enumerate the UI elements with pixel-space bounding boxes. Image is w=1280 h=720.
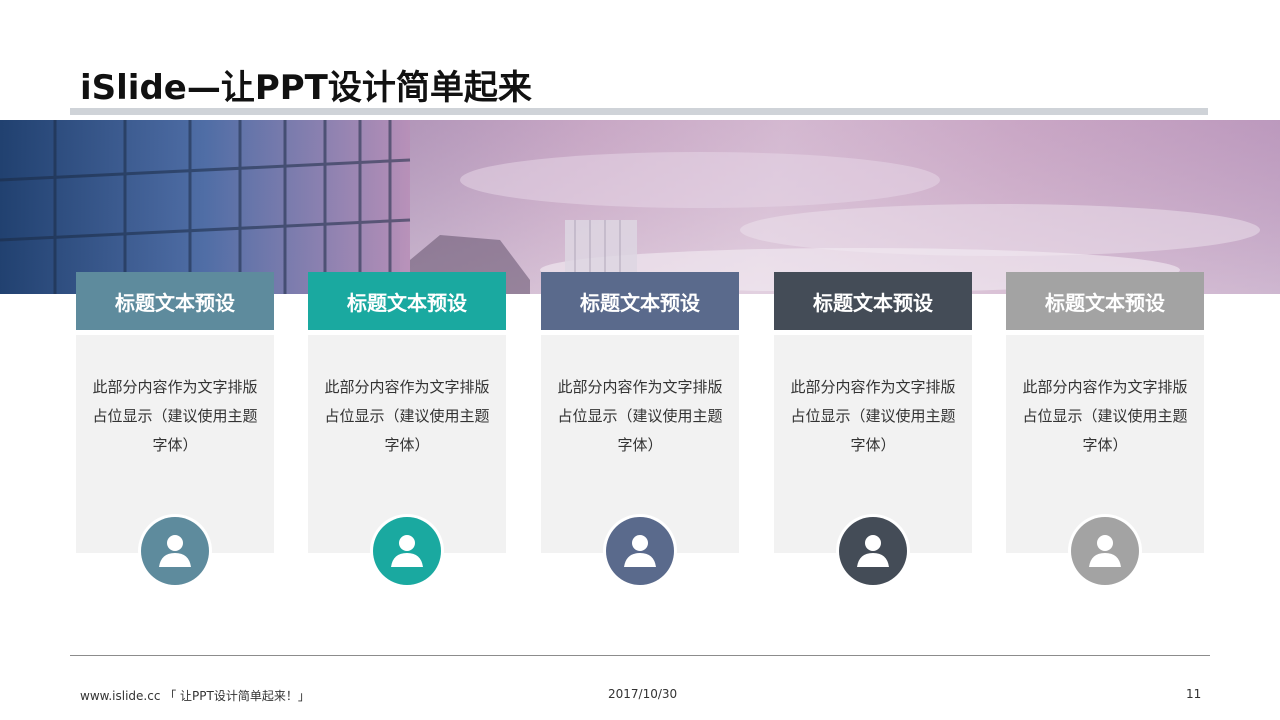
user-avatar-icon — [391, 535, 423, 567]
slide: iSlide—让PPT设计简单起来 标题文本预设 此部分内容作为文字排版占位显示… — [0, 0, 1280, 720]
user-avatar-icon — [857, 535, 889, 567]
card-text: 此部分内容作为文字排版占位显示（建议使用主题字体） — [790, 378, 956, 454]
card-heading: 标题文本预设 — [541, 272, 739, 330]
banner-illustration — [0, 120, 1280, 294]
page-number: 11 — [1186, 687, 1202, 701]
avatar — [836, 514, 910, 588]
avatar — [603, 514, 677, 588]
card-heading: 标题文本预设 — [774, 272, 972, 330]
card-text: 此部分内容作为文字排版占位显示（建议使用主题字体） — [557, 378, 723, 454]
user-avatar-icon — [624, 535, 656, 567]
card-text: 此部分内容作为文字排版占位显示（建议使用主题字体） — [92, 378, 258, 454]
avatar — [370, 514, 444, 588]
footer-date: 2017/10/30 — [608, 687, 678, 701]
card-heading: 标题文本预设 — [1006, 272, 1204, 330]
user-avatar-icon — [1089, 535, 1121, 567]
user-avatar-icon — [159, 535, 191, 567]
slide-title: iSlide—让PPT设计简单起来 — [80, 68, 532, 108]
card-text: 此部分内容作为文字排版占位显示（建议使用主题字体） — [1022, 378, 1188, 454]
card-text: 此部分内容作为文字排版占位显示（建议使用主题字体） — [324, 378, 490, 454]
title-underline — [70, 108, 1208, 115]
banner-photo — [0, 120, 1280, 294]
footer-divider — [70, 655, 1210, 656]
avatar — [138, 514, 212, 588]
avatar — [1068, 514, 1142, 588]
footer-website: www.islide.cc 「 让PPT设计简单起来！」 — [80, 689, 310, 703]
card-heading: 标题文本预设 — [76, 272, 274, 330]
card-heading: 标题文本预设 — [308, 272, 506, 330]
